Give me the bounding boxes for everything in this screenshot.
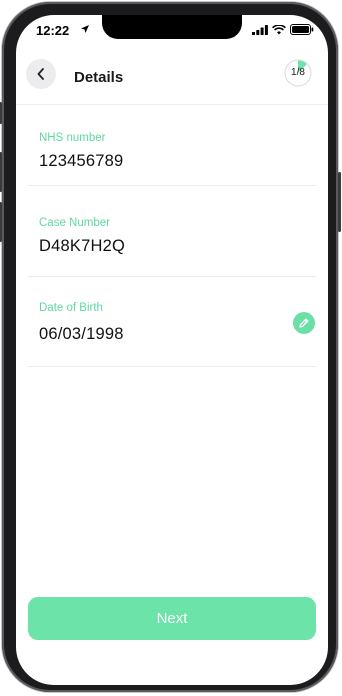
field-divider — [28, 366, 316, 367]
side-button-silent — [0, 102, 2, 124]
date-of-birth-label: Date of Birth — [39, 302, 103, 314]
pencil-icon — [299, 318, 309, 328]
case-number-label: Case Number — [39, 217, 110, 229]
nhs-number-value: 123456789 — [39, 152, 124, 170]
notch — [102, 15, 242, 39]
back-button[interactable] — [26, 59, 56, 89]
nhs-number-label: NHS number — [39, 132, 106, 144]
edit-date-of-birth-button[interactable] — [293, 312, 315, 334]
chevron-left-icon — [37, 68, 44, 80]
header-divider — [16, 104, 328, 105]
side-button-power — [338, 172, 341, 232]
field-divider — [28, 276, 316, 277]
location-arrow-icon — [81, 25, 89, 33]
date-of-birth-value: 06/03/1998 — [39, 325, 124, 343]
progress-label: 1/8 — [291, 67, 305, 78]
phone-frame: 12:22 Details 1/8 NHS number 123456789 C… — [0, 2, 341, 692]
signal-icon — [252, 24, 268, 35]
side-button-volume-down — [0, 202, 2, 242]
next-button[interactable]: Next — [28, 597, 316, 640]
status-indicators — [252, 24, 314, 35]
screen: 12:22 Details 1/8 NHS number 123456789 C… — [16, 15, 328, 685]
case-number-value: D48K7H2Q — [39, 237, 125, 255]
page-title: Details — [74, 69, 124, 86]
wifi-icon — [272, 24, 286, 34]
field-divider — [28, 185, 316, 186]
side-button-volume-up — [0, 152, 2, 192]
status-time: 12:22 — [36, 23, 70, 38]
battery-icon — [290, 24, 314, 35]
